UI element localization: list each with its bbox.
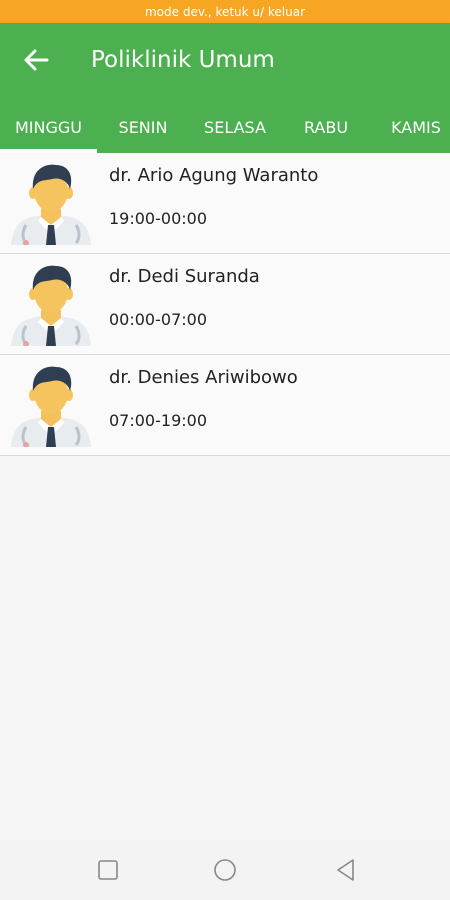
tab-label: SELASA xyxy=(204,117,266,137)
doctor-avatar-icon xyxy=(11,265,91,346)
circle-icon[interactable] xyxy=(212,857,238,883)
tab-selasa[interactable]: SELASA xyxy=(189,101,281,153)
system-nav-bar xyxy=(0,840,450,900)
doctor-avatar-icon xyxy=(11,366,91,447)
doctor-name: dr. Ario Agung Waranto xyxy=(109,165,319,186)
doctor-list: dr. Ario Agung Waranto 19:00-00:00 dr. D… xyxy=(0,153,450,456)
tab-kamis[interactable]: KAMIS xyxy=(371,101,450,153)
tab-label: KAMIS xyxy=(391,117,441,137)
dev-mode-text: mode dev., ketuk u/ keluar xyxy=(144,4,306,19)
tab-label: MINGGU xyxy=(15,117,82,137)
doctor-row[interactable]: dr. Denies Ariwibowo 07:00-19:00 xyxy=(0,355,450,456)
triangle-back-icon[interactable] xyxy=(333,857,359,883)
tab-senin[interactable]: SENIN xyxy=(97,101,189,153)
app-bar: Poliklinik Umum MINGGU SENIN SELASA RABU… xyxy=(0,23,450,153)
day-tabs: MINGGU SENIN SELASA RABU KAMIS xyxy=(0,101,450,153)
tab-minggu[interactable]: MINGGU xyxy=(0,101,97,153)
doctor-row[interactable]: dr. Dedi Suranda 00:00-07:00 xyxy=(0,254,450,355)
doctor-schedule-time: 00:00-07:00 xyxy=(109,310,207,329)
page-title: Poliklinik Umum xyxy=(91,47,275,73)
doctor-row[interactable]: dr. Ario Agung Waranto 19:00-00:00 xyxy=(0,153,450,254)
dev-mode-banner[interactable]: mode dev., ketuk u/ keluar xyxy=(0,0,450,23)
doctor-name: dr. Dedi Suranda xyxy=(109,266,260,287)
arrow-left-icon xyxy=(24,49,49,71)
square-icon[interactable] xyxy=(95,857,121,883)
back-button[interactable] xyxy=(20,45,52,75)
tab-label: SENIN xyxy=(118,117,168,137)
tab-label: RABU xyxy=(303,117,349,137)
tab-rabu[interactable]: RABU xyxy=(281,101,371,153)
doctor-avatar-icon xyxy=(11,164,91,245)
doctor-schedule-time: 07:00-19:00 xyxy=(109,411,207,430)
doctor-name: dr. Denies Ariwibowo xyxy=(109,367,298,388)
doctor-schedule-time: 19:00-00:00 xyxy=(109,209,207,228)
